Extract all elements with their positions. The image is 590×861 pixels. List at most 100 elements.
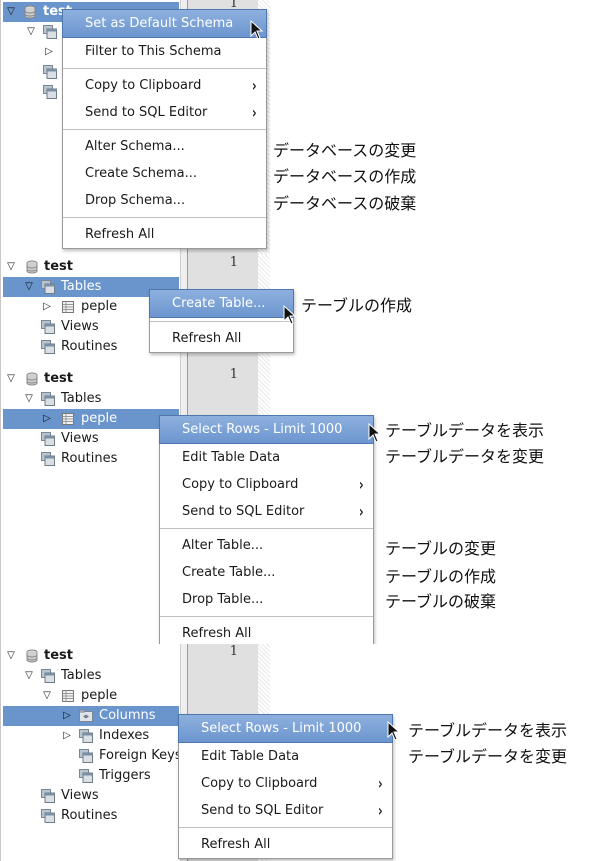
menu-item-select-rows[interactable]: Select Rows - Limit 1000 xyxy=(178,714,393,743)
menu-item-copy-clipboard[interactable]: Copy to Clipboard › xyxy=(63,72,266,99)
menu-item-refresh-all[interactable]: Refresh All xyxy=(160,620,373,647)
tables-context-menu: Create Table... Refresh All xyxy=(149,289,294,353)
menu-item-refresh-all[interactable]: Refresh All xyxy=(63,221,266,248)
menu-item-refresh-all[interactable]: Refresh All xyxy=(179,831,392,858)
menu-item-edit-table-data[interactable]: Edit Table Data xyxy=(160,444,373,471)
tree-label: peple xyxy=(81,688,118,703)
collapse-icon[interactable]: ▽ xyxy=(23,389,35,409)
folder-icon xyxy=(41,669,55,683)
folder-icon xyxy=(79,769,93,783)
folder-icon xyxy=(43,25,57,39)
tree-label: Foreign Keys xyxy=(99,748,182,763)
tree-label: Views xyxy=(61,788,99,803)
tree-label: Triggers xyxy=(99,768,151,783)
folder-icon xyxy=(43,65,57,79)
collapse-icon[interactable]: ▽ xyxy=(5,369,17,389)
line-number: 1 xyxy=(229,644,238,659)
line-number: 1 xyxy=(229,255,238,270)
mouse-cursor-icon xyxy=(368,423,382,443)
collapse-icon[interactable]: ▽ xyxy=(25,22,37,42)
mouse-cursor-icon xyxy=(387,721,401,741)
mouse-cursor-icon xyxy=(283,305,297,325)
menu-item-create-table[interactable]: Create Table... xyxy=(149,289,294,318)
note-alter-schema: データベースの変更 xyxy=(273,141,417,160)
folder-icon xyxy=(41,809,55,823)
folder-icon xyxy=(79,749,93,763)
menu-item-drop-schema[interactable]: Drop Schema... xyxy=(63,187,266,214)
submenu-arrow-icon: › xyxy=(359,502,365,521)
panel-columns-menu: ▽ test ▽ Tables ▽ peple ▷ Columns ▷ Inde… xyxy=(0,644,590,861)
folder-icon xyxy=(41,340,55,354)
menu-item-drop-table[interactable]: Drop Table... xyxy=(160,586,373,613)
menu-item-copy-clipboard[interactable]: Copy to Clipboard › xyxy=(160,471,373,498)
table-icon xyxy=(61,689,75,703)
panel-table-menu: ▽ test ▽ Tables ▷ peple Views Routines 1… xyxy=(0,367,590,647)
panel-schema-menu: ▽ test ▽ ▷ 1 Set as Default Schema Filte… xyxy=(0,0,590,255)
note-drop-table: テーブルの破棄 xyxy=(385,592,497,611)
menu-item-copy-clipboard[interactable]: Copy to Clipboard › xyxy=(179,770,392,797)
tree-node-columns[interactable]: ▷ Columns xyxy=(3,706,179,726)
expand-icon[interactable]: ▷ xyxy=(61,726,73,746)
table-context-menu: Select Rows - Limit 1000 Edit Table Data… xyxy=(159,415,374,647)
tree-label: Views xyxy=(61,319,99,334)
menu-item-select-rows[interactable]: Select Rows - Limit 1000 xyxy=(159,415,374,444)
folder-icon xyxy=(41,432,55,446)
tree-label: Routines xyxy=(61,339,118,354)
menu-item-send-sql-editor[interactable]: Send to SQL Editor › xyxy=(160,498,373,525)
collapse-icon[interactable]: ▽ xyxy=(23,277,35,297)
menu-item-alter-table[interactable]: Alter Table... xyxy=(160,532,373,559)
mouse-cursor-icon xyxy=(250,20,264,40)
note-drop-schema: データベースの破棄 xyxy=(273,194,417,213)
menu-item-edit-table-data[interactable]: Edit Table Data xyxy=(179,743,392,770)
menu-item-create-table[interactable]: Create Table... xyxy=(160,559,373,586)
note-select-rows: テーブルデータを表示 xyxy=(408,721,568,740)
menu-separator xyxy=(160,528,373,529)
menu-item-set-default-schema[interactable]: Set as Default Schema xyxy=(62,9,267,38)
note-edit-table-data: テーブルデータを変更 xyxy=(385,447,545,466)
submenu-arrow-icon: › xyxy=(252,103,258,122)
columns-context-menu: Select Rows - Limit 1000 Edit Table Data… xyxy=(178,714,393,859)
collapse-icon[interactable]: ▽ xyxy=(23,666,35,686)
line-number: 1 xyxy=(229,367,238,382)
menu-separator xyxy=(63,68,266,69)
collapse-icon[interactable]: ▽ xyxy=(41,686,53,706)
expand-icon[interactable]: ▷ xyxy=(41,297,53,317)
tree-label: Indexes xyxy=(99,728,150,743)
note-edit-table-data: テーブルデータを変更 xyxy=(408,747,568,766)
note-create-table: テーブルの作成 xyxy=(385,567,497,586)
folder-icon xyxy=(41,280,55,294)
note-select-rows: テーブルデータを表示 xyxy=(385,421,545,440)
tree-label: Tables xyxy=(61,668,102,683)
tree-label: Views xyxy=(61,431,99,446)
database-icon xyxy=(25,372,39,386)
menu-item-filter-schema[interactable]: Filter to This Schema xyxy=(63,38,266,65)
folder-icon xyxy=(79,729,93,743)
menu-item-create-schema[interactable]: Create Schema... xyxy=(63,160,266,187)
expand-icon[interactable]: ▷ xyxy=(43,42,55,62)
expand-icon[interactable]: ▷ xyxy=(61,706,73,726)
menu-item-alter-schema[interactable]: Alter Schema... xyxy=(63,133,266,160)
database-icon xyxy=(25,649,39,663)
table-icon xyxy=(61,412,75,426)
menu-separator xyxy=(150,321,293,322)
database-icon xyxy=(25,260,39,274)
expand-icon[interactable]: ▷ xyxy=(41,409,53,429)
menu-separator xyxy=(160,616,373,617)
menu-item-send-sql-editor[interactable]: Send to SQL Editor › xyxy=(63,99,266,126)
folder-icon xyxy=(41,392,55,406)
schema-context-menu: Set as Default Schema Filter to This Sch… xyxy=(62,9,267,249)
tree-label: peple xyxy=(81,299,118,314)
menu-item-send-sql-editor[interactable]: Send to SQL Editor › xyxy=(179,797,392,824)
menu-item-refresh-all[interactable]: Refresh All xyxy=(150,325,293,352)
panel-tables-menu: ▽ test ▽ Tables ▷ peple Views Routines 1… xyxy=(0,255,590,367)
menu-separator xyxy=(63,217,266,218)
collapse-icon[interactable]: ▽ xyxy=(5,2,17,22)
submenu-arrow-icon: › xyxy=(252,76,258,95)
submenu-arrow-icon: › xyxy=(378,801,384,820)
collapse-icon[interactable]: ▽ xyxy=(5,646,17,666)
tree-node-table[interactable]: ▷ peple xyxy=(3,409,179,429)
collapse-icon[interactable]: ▽ xyxy=(5,257,17,277)
tree-label: test xyxy=(44,648,73,663)
tree-label: Tables xyxy=(61,391,102,406)
tree-label: test xyxy=(44,259,73,274)
